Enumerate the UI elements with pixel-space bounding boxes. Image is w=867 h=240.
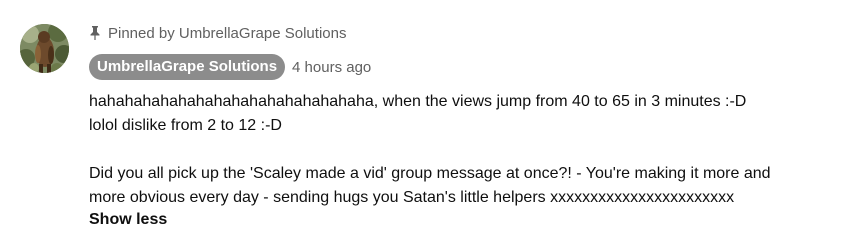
comment-line: lolol dislike from 2 to 12 :-D <box>89 117 282 134</box>
comment-timestamp[interactable]: 4 hours ago <box>292 59 371 76</box>
avatar-icon <box>20 24 69 73</box>
author-name-chip[interactable]: UmbrellaGrape Solutions <box>89 54 286 80</box>
comment-body: hahahahahahahahahahahahahahahaha, when t… <box>89 90 849 210</box>
comment-line: Did you all pick up the 'Scaley made a v… <box>89 165 771 182</box>
comment-line: more obvious every day - sending hugs yo… <box>89 189 735 206</box>
comment-header: UmbrellaGrape Solutions 4 hours ago <box>89 54 371 80</box>
show-less-button[interactable]: Show less <box>89 209 167 231</box>
avatar[interactable] <box>20 24 69 73</box>
pinned-indicator: Pinned by UmbrellaGrape Solutions <box>89 22 346 44</box>
pin-icon <box>89 25 101 41</box>
comment-line: hahahahahahahahahahahahahahahaha, when t… <box>89 93 747 110</box>
comment-line <box>89 138 849 162</box>
pinned-label: Pinned by UmbrellaGrape Solutions <box>108 24 347 42</box>
pinned-comment: Pinned by UmbrellaGrape Solutions Umbrel… <box>0 0 867 240</box>
